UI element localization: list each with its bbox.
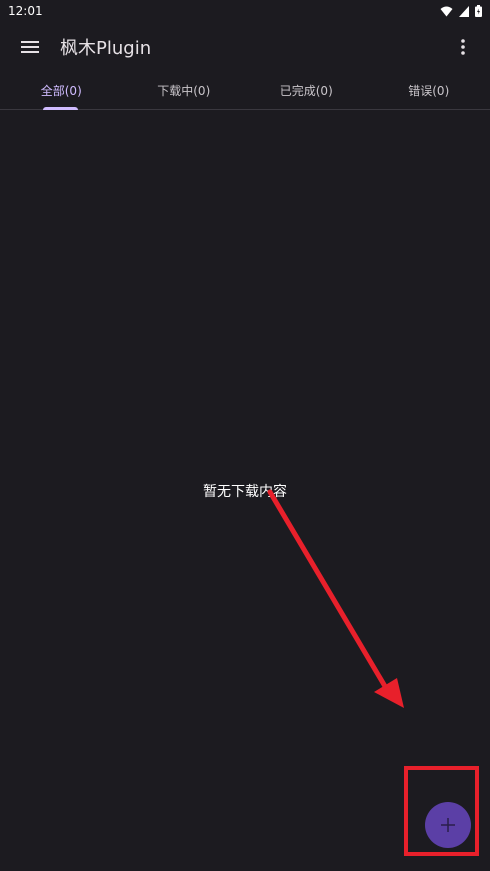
status-icons	[440, 5, 482, 17]
add-download-button[interactable]	[425, 802, 471, 848]
tab-all[interactable]: 全部(0)	[0, 72, 123, 109]
status-bar: 12:01	[0, 0, 490, 22]
tab-error-label: 错误(0)	[408, 84, 450, 98]
tab-error[interactable]: 错误(0)	[368, 72, 490, 109]
tab-downloading-label: 下载中(0)	[157, 84, 211, 98]
empty-state-message: 暂无下载内容	[203, 484, 287, 500]
menu-button[interactable]	[0, 22, 60, 72]
tab-completed[interactable]: 已完成(0)	[245, 72, 368, 109]
status-time: 12:01	[8, 4, 43, 18]
signal-icon	[459, 5, 469, 17]
battery-icon	[475, 5, 482, 17]
wifi-icon	[440, 6, 453, 16]
app-bar: 枫木Plugin	[0, 22, 490, 72]
tab-completed-label: 已完成(0)	[279, 84, 333, 98]
plus-icon	[441, 818, 455, 832]
tab-downloading[interactable]: 下载中(0)	[123, 72, 246, 109]
app-title: 枫木Plugin	[60, 38, 152, 59]
more-vert-icon	[461, 39, 465, 55]
annotation-arrow	[267, 489, 404, 708]
more-options-button[interactable]	[436, 22, 490, 72]
download-tabs: 全部(0) 下载中(0) 已完成(0) 错误(0)	[0, 72, 490, 110]
tab-all-label: 全部(0)	[40, 84, 82, 98]
hamburger-menu-icon	[21, 41, 39, 53]
active-tab-indicator	[43, 107, 78, 110]
